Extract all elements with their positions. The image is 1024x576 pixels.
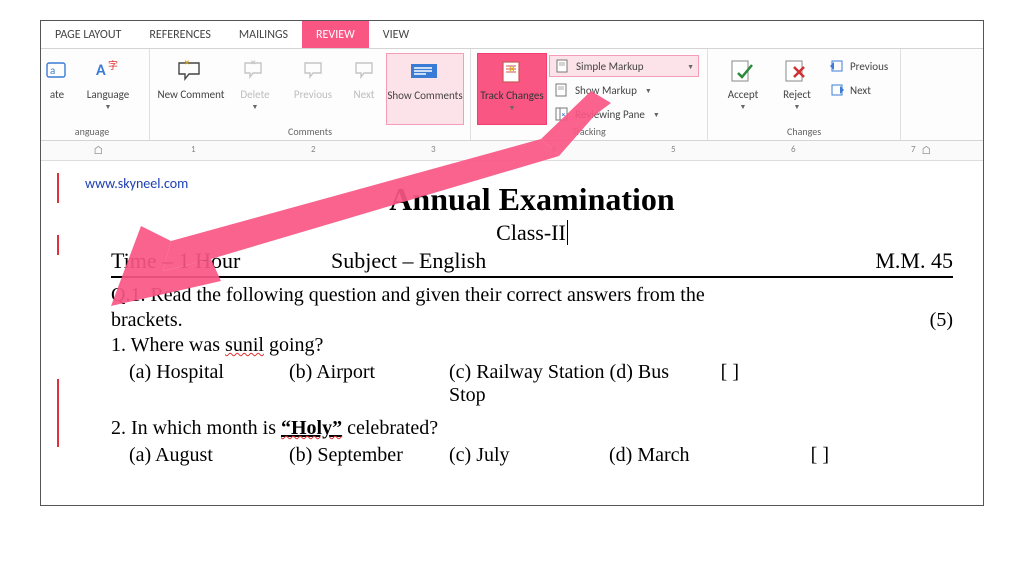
delete-icon — [239, 57, 271, 85]
caret-icon: ▼ — [740, 103, 747, 111]
language-button[interactable]: A字 Language ▼ — [73, 53, 143, 125]
tab-review[interactable]: REVIEW — [302, 21, 369, 48]
tab-view[interactable]: VIEW — [369, 21, 423, 48]
svg-text:字: 字 — [108, 59, 118, 72]
show-comments-button[interactable]: Show Comments — [386, 53, 464, 125]
language-icon: A字 — [92, 57, 124, 85]
next-icon — [348, 57, 380, 85]
caret-icon: ▼ — [252, 103, 259, 111]
question-2: 2. In which month is “Holy” celebrated? — [111, 417, 953, 440]
ribbon: a ate A字 Language ▼ anguage — [41, 49, 983, 141]
doc-maxmarks: M.M. 45 — [833, 248, 953, 274]
reject-button[interactable]: Reject ▼ — [772, 53, 822, 125]
group-label-changes: Changes — [714, 125, 894, 140]
show-comments-icon — [409, 58, 441, 86]
group-label-language: anguage — [41, 125, 143, 140]
change-bar[interactable] — [57, 379, 59, 447]
previous-change-button[interactable]: Previous — [824, 55, 892, 77]
spelling-error: “Holy” — [281, 417, 342, 439]
question-1-options: (a) Hospital (b) Airport (c) Railway Sta… — [129, 361, 953, 407]
group-label-tracking: Tracking — [477, 125, 701, 140]
accept-button[interactable]: Accept ▼ — [714, 53, 772, 125]
doc-meta-row: Time – 1 Hour Subject – English M.M. 45 — [111, 248, 953, 274]
indent-marker-right[interactable]: ⌂ — [921, 144, 932, 158]
page-icon — [553, 82, 571, 98]
question-heading-line2: brackets. (5) — [111, 309, 953, 332]
svg-text:A: A — [96, 61, 106, 80]
change-bar[interactable] — [57, 173, 59, 203]
tab-page-layout[interactable]: PAGE LAYOUT — [41, 21, 135, 48]
translate-button[interactable]: a ate — [41, 53, 73, 125]
watermark-link: www.skyneel.com — [85, 175, 188, 192]
doc-title: Annual Examination — [111, 181, 953, 218]
track-changes-button[interactable]: Track Changes ▼ — [477, 53, 547, 125]
next-comment-button[interactable]: Next — [342, 53, 386, 125]
reject-icon — [781, 57, 813, 85]
indent-marker[interactable]: ⌂ — [93, 144, 104, 158]
caret-icon: ▼ — [794, 103, 801, 111]
caret-icon: ▼ — [105, 103, 112, 111]
document-area[interactable]: www.skyneel.com Annual Examination Class… — [41, 161, 983, 505]
reviewing-pane-dropdown[interactable]: Reviewing Pane ▼ — [549, 103, 699, 125]
question-heading: Q.1. Read the following question and giv… — [111, 284, 953, 307]
question-1: 1. Where was sunil going? — [111, 334, 953, 357]
spelling-error: sunil — [225, 334, 264, 356]
caret-icon: ▼ — [687, 62, 694, 71]
show-markup-dropdown[interactable]: Show Markup ▼ — [549, 79, 699, 101]
previous-icon — [828, 58, 846, 74]
ruler[interactable]: ⌂ 1 2 3 4 5 6 7 ⌂ — [41, 141, 983, 161]
delete-comment-button[interactable]: Delete ▼ — [226, 53, 284, 125]
ribbon-tabs: PAGE LAYOUT REFERENCES MAILINGS REVIEW V… — [41, 21, 983, 49]
tab-references[interactable]: REFERENCES — [135, 21, 225, 48]
doc-class: Class-II — [111, 220, 953, 246]
translate-icon: a — [41, 57, 73, 85]
next-icon — [828, 82, 846, 98]
group-label-comments: Comments — [156, 125, 464, 140]
change-bar[interactable] — [57, 235, 59, 255]
doc-time: Time – 1 Hour — [111, 248, 331, 274]
caret-icon: ▼ — [653, 110, 660, 119]
question-2-options: (a) August (b) September (c) July (d) Ma… — [129, 444, 953, 467]
page-icon — [554, 58, 572, 74]
pane-icon — [553, 106, 571, 122]
tab-mailings[interactable]: MAILINGS — [225, 21, 302, 48]
next-change-button[interactable]: Next — [824, 79, 892, 101]
caret-icon: ▼ — [509, 104, 516, 112]
accept-icon — [727, 57, 759, 85]
markup-mode-dropdown[interactable]: Simple Markup ▼ — [549, 55, 699, 77]
track-changes-icon — [496, 58, 528, 86]
previous-comment-button[interactable]: Previous — [284, 53, 342, 125]
previous-icon — [297, 57, 329, 85]
new-comment-icon — [175, 57, 207, 85]
horizontal-rule — [111, 276, 953, 278]
doc-subject: Subject – English — [331, 248, 833, 274]
svg-text:a: a — [50, 64, 55, 77]
caret-icon: ▼ — [645, 86, 652, 95]
new-comment-button[interactable]: New Comment — [156, 53, 226, 125]
